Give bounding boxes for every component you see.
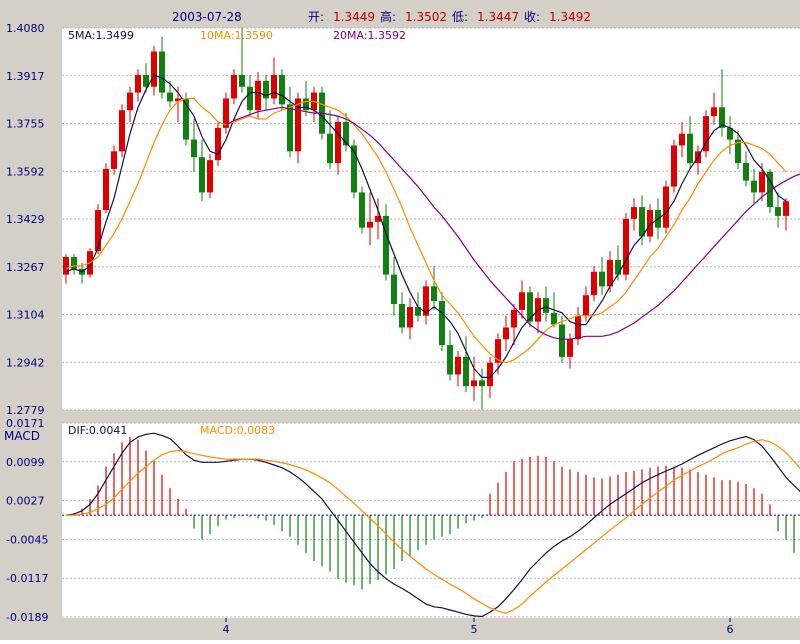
legend-ma5: 5MA:1.3499 (68, 29, 134, 42)
price-axis-labels: 1.4080 1.3917 1.3755 1.3592 1.3429 1.3267 1.31… (6, 22, 45, 417)
header-close-label: 收: (524, 10, 540, 24)
x-tick-label: 4 (223, 623, 230, 636)
header-low-value: 1.3447 (477, 10, 519, 24)
macd-tick-label: 0.0027 (6, 495, 45, 508)
price-tick-label: 1.2942 (6, 356, 45, 369)
price-tick-label: 1.3592 (6, 165, 45, 178)
legend-ma10: 10MA:1.3590 (200, 29, 273, 42)
candle (207, 154, 213, 198)
header-date: 2003-07-28 (172, 10, 242, 24)
ohlc-header: 2003-07-28 开: 1.3449 高: 1.3502 低: 1.3447… (172, 9, 591, 24)
candle (103, 163, 109, 213)
candle (623, 213, 629, 281)
macd-tick-label: -0.0045 (6, 533, 48, 546)
macd-tick-label: -0.0189 (6, 611, 48, 624)
candle (703, 110, 709, 157)
macd-panel[interactable] (62, 423, 800, 618)
candle (223, 93, 229, 134)
candle (663, 181, 669, 234)
candle (215, 122, 221, 166)
candle (359, 187, 365, 234)
legend-macd: MACD:0.0083 (200, 424, 275, 437)
x-tick-label: 5 (471, 623, 478, 636)
header-high-value: 1.3502 (405, 10, 447, 24)
price-tick-label: 1.3104 (6, 309, 45, 322)
candle (279, 69, 285, 110)
header-close-value: 1.3492 (549, 10, 591, 24)
legend-ma20: 20MA:1.3592 (333, 29, 406, 42)
macd-tick-label: -0.0117 (6, 572, 48, 585)
price-tick-label: 1.3267 (6, 261, 45, 274)
header-open-label: 开: (308, 10, 324, 24)
header-open-value: 1.3449 (333, 10, 375, 24)
price-tick-label: 1.3917 (6, 70, 45, 83)
chart-canvas[interactable]: 1.4080 1.3917 1.3755 1.3592 1.3429 1.3267 1.31… (0, 0, 800, 640)
header-high-label: 高: (380, 9, 396, 24)
forex-chart-window: 1.4080 1.3917 1.3755 1.3592 1.3429 1.3267 1.31… (0, 0, 800, 640)
candle (119, 104, 125, 157)
candle (671, 140, 677, 193)
price-tick-label: 1.3755 (6, 118, 45, 131)
macd-title: MACD (4, 429, 40, 443)
ma-legend: 5MA:1.3499 10MA:1.3590 20MA:1.3592 (68, 29, 406, 42)
macd-tick-label: 0.0099 (6, 456, 45, 469)
price-tick-label: 1.2779 (6, 404, 45, 417)
price-tick-label: 1.3429 (6, 213, 45, 226)
header-low-label: 低: (452, 10, 468, 24)
candle (439, 292, 445, 351)
price-tick-label: 1.4080 (6, 22, 45, 35)
x-tick-label: 6 (727, 623, 734, 636)
legend-dif: DIF:0.0041 (68, 424, 127, 437)
